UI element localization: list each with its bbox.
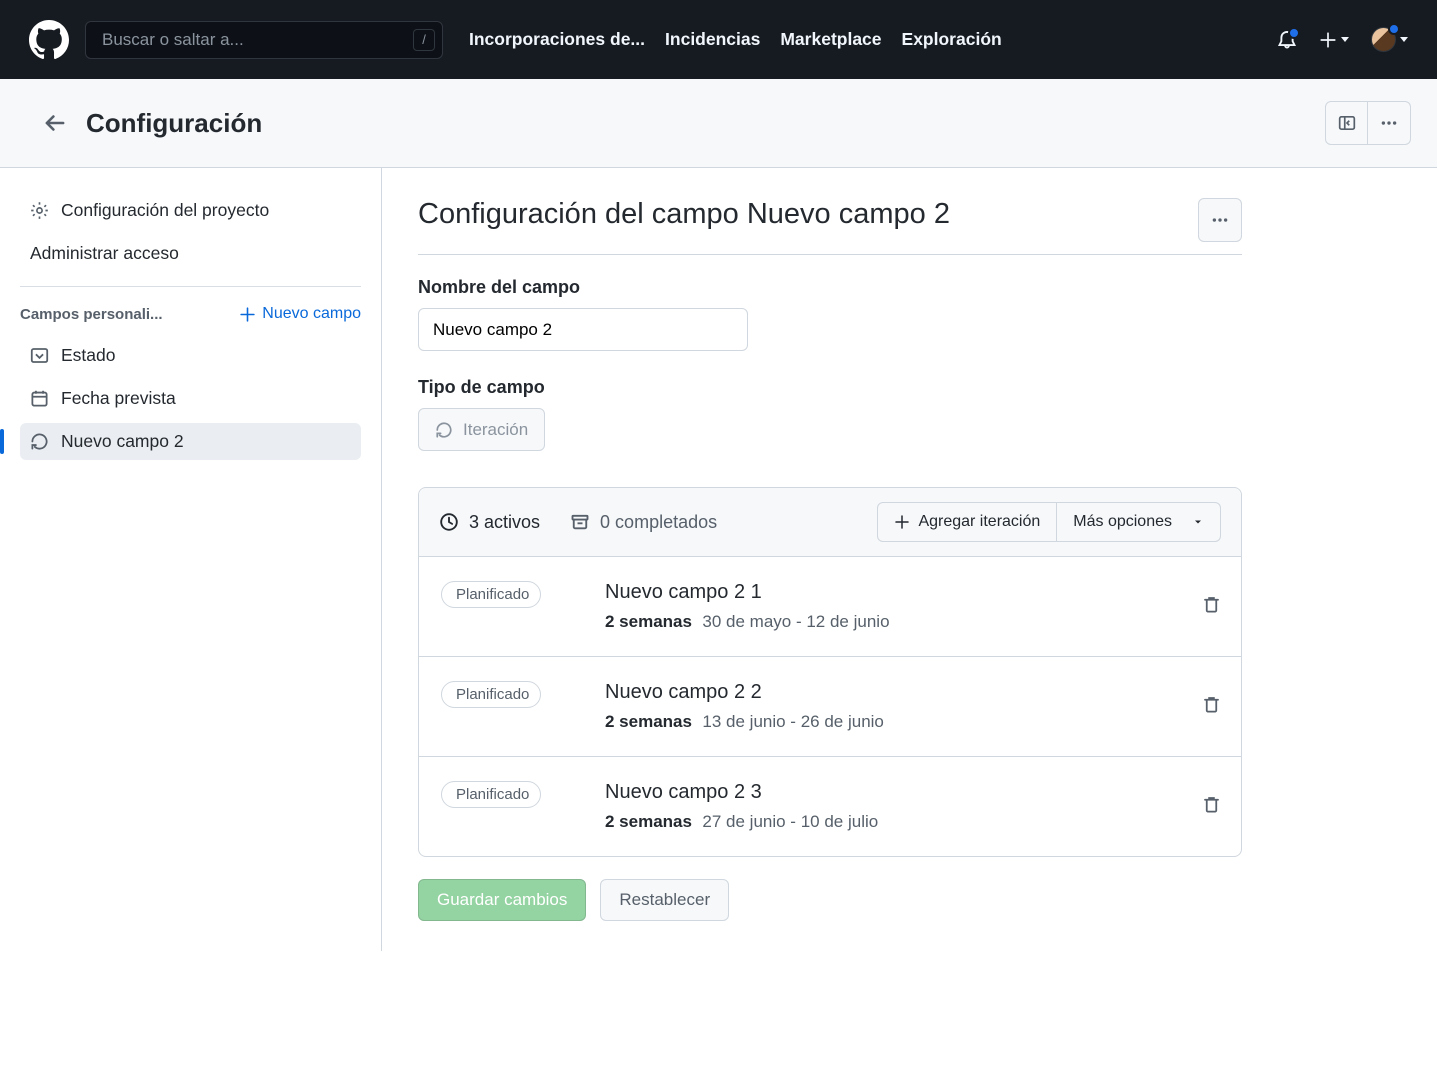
more-options-dropdown[interactable]: Más opciones (1057, 502, 1221, 542)
more-menu-button[interactable] (1368, 101, 1411, 145)
page-subheader: Configuración (0, 79, 1437, 168)
primary-nav: Incorporaciones de... Incidencias Market… (469, 29, 1002, 50)
iteration-range: 30 de mayo - 12 de junio (702, 612, 889, 631)
footer-actions: Guardar cambios Restablecer (418, 879, 1242, 921)
iterations-header: 3 activos 0 completados Agregar iteració… (419, 488, 1241, 557)
user-menu[interactable] (1371, 27, 1408, 52)
iteration-duration: 2 semanas (605, 812, 692, 831)
back-arrow-icon[interactable] (42, 110, 68, 136)
sidebar-item-label: Nuevo campo 2 (61, 431, 184, 452)
delete-iteration-button[interactable] (1202, 795, 1221, 814)
nav-marketplace[interactable]: Marketplace (780, 29, 881, 50)
plus-icon (239, 306, 256, 323)
github-logo-icon[interactable] (29, 20, 69, 60)
iteration-actions: Agregar iteración Más opciones (877, 502, 1221, 542)
search-container: / (85, 21, 443, 59)
field-name-input[interactable] (418, 308, 748, 351)
settings-sidebar: Configuración del proyecto Administrar a… (0, 168, 382, 951)
status-pill: Planificado (441, 781, 541, 808)
search-input[interactable] (85, 21, 443, 59)
sidebar-field-nuevo-campo-2[interactable]: Nuevo campo 2 (20, 423, 361, 460)
iteration-row: Planificado Nuevo campo 2 1 2 semanas 30… (419, 557, 1241, 657)
tab-active[interactable]: 3 activos (439, 512, 540, 533)
reset-button[interactable]: Restablecer (600, 879, 729, 921)
sidebar-section-header: Campos personali... Nuevo campo (20, 305, 361, 323)
new-field-label: Nuevo campo (262, 305, 361, 323)
field-settings-title: Configuración del campo Nuevo campo 2 (418, 198, 1198, 231)
tab-label: 0 completados (600, 512, 717, 533)
notification-dot (1288, 27, 1300, 39)
tab-label: 3 activos (469, 512, 540, 533)
sidebar-item-label: Administrar acceso (30, 243, 179, 264)
sidebar-item-label: Fecha prevista (61, 388, 176, 409)
nav-issues[interactable]: Incidencias (665, 29, 760, 50)
field-type-value: Iteración (463, 420, 528, 440)
archive-icon (570, 512, 590, 532)
iteration-duration: 2 semanas (605, 712, 692, 731)
gear-icon (30, 201, 49, 220)
iteration-row: Planificado Nuevo campo 2 2 2 semanas 13… (419, 657, 1241, 757)
nav-explore[interactable]: Exploración (902, 29, 1002, 50)
sidebar-item-label: Configuración del proyecto (61, 200, 269, 221)
calendar-icon (30, 389, 49, 408)
sidebar-field-fecha[interactable]: Fecha prevista (20, 380, 361, 417)
sidebar-item-label: Estado (61, 345, 115, 366)
global-header: / Incorporaciones de... Incidencias Mark… (0, 0, 1437, 79)
field-name-label: Nombre del campo (418, 277, 1242, 298)
save-button[interactable]: Guardar cambios (418, 879, 586, 921)
iteration-row: Planificado Nuevo campo 2 3 2 semanas 27… (419, 757, 1241, 856)
notifications-icon[interactable] (1277, 30, 1297, 50)
single-select-icon (30, 346, 49, 365)
sidebar-field-estado[interactable]: Estado (20, 337, 361, 374)
toggle-sidebar-button[interactable] (1325, 101, 1368, 145)
chevron-down-icon (1192, 516, 1204, 528)
iterations-box: 3 activos 0 completados Agregar iteració… (418, 487, 1242, 857)
button-label: Más opciones (1073, 513, 1172, 531)
field-type-chip: Iteración (418, 408, 545, 451)
new-field-button[interactable]: Nuevo campo (239, 305, 361, 323)
iteration-icon (435, 421, 453, 439)
field-more-menu[interactable] (1198, 198, 1242, 242)
status-pill: Planificado (441, 581, 541, 608)
iteration-title[interactable]: Nuevo campo 2 3 (605, 781, 1178, 804)
iteration-title[interactable]: Nuevo campo 2 1 (605, 581, 1178, 604)
custom-fields-label: Campos personali... (20, 306, 163, 323)
slash-key-hint: / (413, 29, 435, 51)
iteration-icon (30, 432, 49, 451)
main-content: Configuración del campo Nuevo campo 2 No… (382, 168, 1262, 951)
nav-pulls[interactable]: Incorporaciones de... (469, 29, 645, 50)
plus-icon (894, 514, 910, 530)
status-pill: Planificado (441, 681, 541, 708)
iteration-title[interactable]: Nuevo campo 2 2 (605, 681, 1178, 704)
page-title: Configuración (86, 108, 262, 139)
field-type-label: Tipo de campo (418, 377, 1242, 398)
delete-iteration-button[interactable] (1202, 595, 1221, 614)
sidebar-item-manage-access[interactable]: Administrar acceso (20, 235, 361, 272)
sidebar-divider (20, 286, 361, 287)
iteration-range: 27 de junio - 10 de julio (702, 812, 878, 831)
delete-iteration-button[interactable] (1202, 695, 1221, 714)
iteration-range: 13 de junio - 26 de junio (702, 712, 883, 731)
header-right (1277, 27, 1408, 52)
sidebar-item-project-settings[interactable]: Configuración del proyecto (20, 192, 361, 229)
avatar-status-dot (1388, 23, 1400, 35)
button-label: Agregar iteración (918, 513, 1040, 531)
create-new-dropdown[interactable] (1319, 31, 1349, 49)
tab-completed[interactable]: 0 completados (570, 512, 717, 533)
clock-icon (439, 512, 459, 532)
iteration-duration: 2 semanas (605, 612, 692, 631)
add-iteration-button[interactable]: Agregar iteración (877, 502, 1057, 542)
